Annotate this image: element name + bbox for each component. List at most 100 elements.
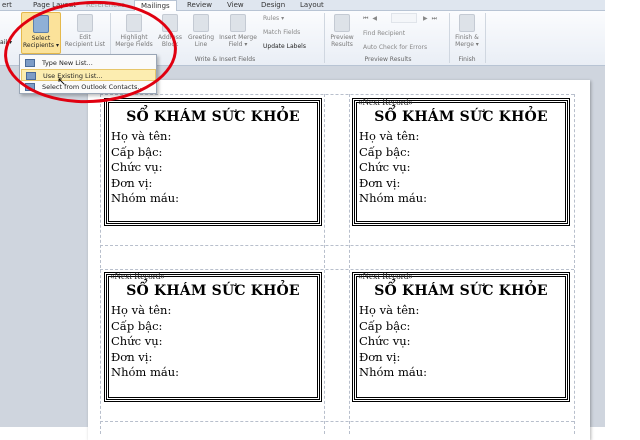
record-navigation-next[interactable]: ▶⏭	[423, 15, 441, 23]
outlook-contacts-icon	[25, 83, 35, 91]
card-title: SỔ KHÁM SỨC KHỎE	[126, 283, 300, 299]
next-record-field: «Next Record»	[110, 271, 165, 281]
label: Finish &	[455, 34, 479, 41]
label: Address	[158, 34, 182, 41]
label: Insert Merge	[219, 34, 257, 41]
field-blood-type: Nhóm máu:	[111, 365, 179, 379]
edit-list-icon	[77, 14, 93, 32]
divider	[324, 13, 325, 63]
tab-layout[interactable]: Layout	[300, 0, 324, 10]
highlight-icon	[126, 14, 142, 32]
menu-item-use-existing-list[interactable]: Use Existing List...	[21, 69, 156, 81]
label: Block	[161, 41, 179, 48]
tab-view[interactable]: View	[227, 0, 244, 10]
label: Greeting	[188, 34, 214, 41]
card-title: SỔ KHÁM SỨC KHỎE	[126, 109, 300, 125]
field-position: Chức vụ:	[111, 334, 163, 348]
find-recipient-button[interactable]: Find Recipient	[363, 30, 405, 37]
menu-item-outlook-contacts[interactable]: Select from Outlook Contacts...	[21, 81, 156, 93]
label: Results	[331, 41, 353, 48]
card-title: SỔ KHÁM SỨC KHỎE	[374, 283, 548, 299]
preview-icon	[334, 14, 350, 32]
label: Type New List...	[42, 59, 93, 67]
finish-merge-button[interactable]: Finish & Merge ▾	[451, 14, 483, 48]
record-navigation[interactable]: ⏮◀	[363, 15, 381, 23]
word-window: ert Page Layout References Mailings Revi…	[0, 0, 605, 440]
match-fields-button[interactable]: Match Fields	[263, 29, 300, 36]
rules-button[interactable]: Rules ▾	[263, 15, 284, 22]
label: Recipient List	[64, 41, 106, 48]
insert-merge-field-icon	[230, 14, 246, 32]
field-blood-type: Nhóm máu:	[359, 191, 427, 205]
label: Edit	[79, 34, 91, 41]
greeting-line-button[interactable]: Greeting Line	[185, 14, 217, 48]
field-unit: Đơn vị:	[111, 349, 153, 364]
field-blood-type: Nhóm máu:	[111, 191, 179, 205]
finish-merge-icon	[459, 14, 475, 32]
tab-references[interactable]: References	[86, 0, 125, 10]
field-blood-type: Nhóm máu:	[359, 365, 427, 379]
label: Line	[194, 41, 208, 48]
divider	[449, 13, 450, 63]
field-name: Họ và tên:	[359, 303, 420, 317]
gridline	[324, 94, 325, 434]
field-rank: Cấp bậc:	[359, 318, 411, 333]
label-card: SỔ KHÁM SỨC KHỎE Họ và tên: Cấp bậc: Chứ…	[352, 272, 570, 402]
field-unit: Đơn vị:	[111, 175, 153, 190]
new-list-icon	[25, 59, 35, 67]
recipients-icon	[33, 15, 49, 33]
field-name: Họ và tên:	[111, 303, 172, 317]
insert-merge-field-button[interactable]: Insert Merge Field ▾	[217, 14, 259, 48]
field-name: Họ và tên:	[111, 129, 172, 143]
gridline	[100, 94, 574, 95]
field-position: Chức vụ:	[359, 334, 411, 348]
select-recipients-menu: Type New List... Use Existing List... Se…	[19, 54, 157, 94]
select-recipients-button[interactable]: Select Recipients ▾	[21, 12, 61, 54]
gridline	[100, 421, 574, 422]
write-insert-group-label: Write & Insert Fields	[194, 56, 256, 63]
field-unit: Đơn vị:	[359, 349, 401, 364]
tab-review[interactable]: Review	[187, 0, 212, 10]
select-recipients-label2: Recipients ▾	[23, 42, 59, 49]
card-title: SỔ KHÁM SỨC KHỎE	[374, 109, 548, 125]
field-rank: Cấp bậc:	[359, 144, 411, 159]
field-unit: Đơn vị:	[359, 175, 401, 190]
label-card: SỔ KHÁM SỨC KHỎE Họ và tên: Cấp bậc: Chứ…	[104, 272, 322, 402]
gridline	[574, 94, 575, 434]
label: Use Existing List...	[43, 72, 103, 80]
label-card: SỔ KHÁM SỨC KHỎE Họ và tên: Cấp bậc: Chứ…	[104, 98, 322, 226]
tab-page-layout[interactable]: Page Layout	[33, 0, 76, 10]
ribbon-tabs: ert Page Layout References Mailings Revi…	[0, 0, 605, 12]
highlight-merge-fields-button[interactable]: Highlight Merge Fields	[112, 14, 156, 48]
start-mail-merge-button[interactable]: ail ▾	[0, 39, 12, 46]
start-mail-merge-label: ail ▾	[0, 39, 12, 46]
field-name: Họ và tên:	[359, 129, 420, 143]
mouse-cursor-icon: ↖	[57, 75, 67, 88]
tab-design[interactable]: Design	[261, 0, 285, 10]
select-recipients-label: Select	[31, 35, 51, 42]
auto-check-button[interactable]: Auto Check for Errors	[363, 44, 427, 51]
edit-recipient-list-button[interactable]: Edit Recipient List	[62, 14, 108, 48]
greeting-line-icon	[193, 14, 209, 32]
tab-insert[interactable]: ert	[2, 0, 12, 10]
field-position: Chức vụ:	[111, 160, 163, 174]
preview-group-label: Preview Results	[364, 56, 412, 63]
gridline	[100, 269, 574, 270]
gridline	[349, 94, 350, 434]
menu-item-type-new-list[interactable]: Type New List...	[21, 57, 156, 69]
field-position: Chức vụ:	[359, 160, 411, 174]
address-block-icon	[162, 14, 178, 32]
update-labels-button[interactable]: Update Labels	[263, 43, 306, 50]
label: Merge Fields	[115, 41, 153, 48]
existing-list-icon	[26, 72, 36, 80]
label: Preview	[330, 34, 354, 41]
preview-results-button[interactable]: Preview Results	[326, 14, 358, 48]
gridline	[100, 94, 101, 434]
next-record-field: «Next Record»	[358, 271, 413, 281]
label: Highlight	[120, 34, 148, 41]
address-block-button[interactable]: Address Block	[156, 14, 184, 48]
label: Field ▾	[228, 41, 248, 48]
record-number-input[interactable]	[391, 13, 417, 23]
finish-group-label: Finish	[458, 56, 476, 63]
label: Merge ▾	[455, 41, 479, 48]
